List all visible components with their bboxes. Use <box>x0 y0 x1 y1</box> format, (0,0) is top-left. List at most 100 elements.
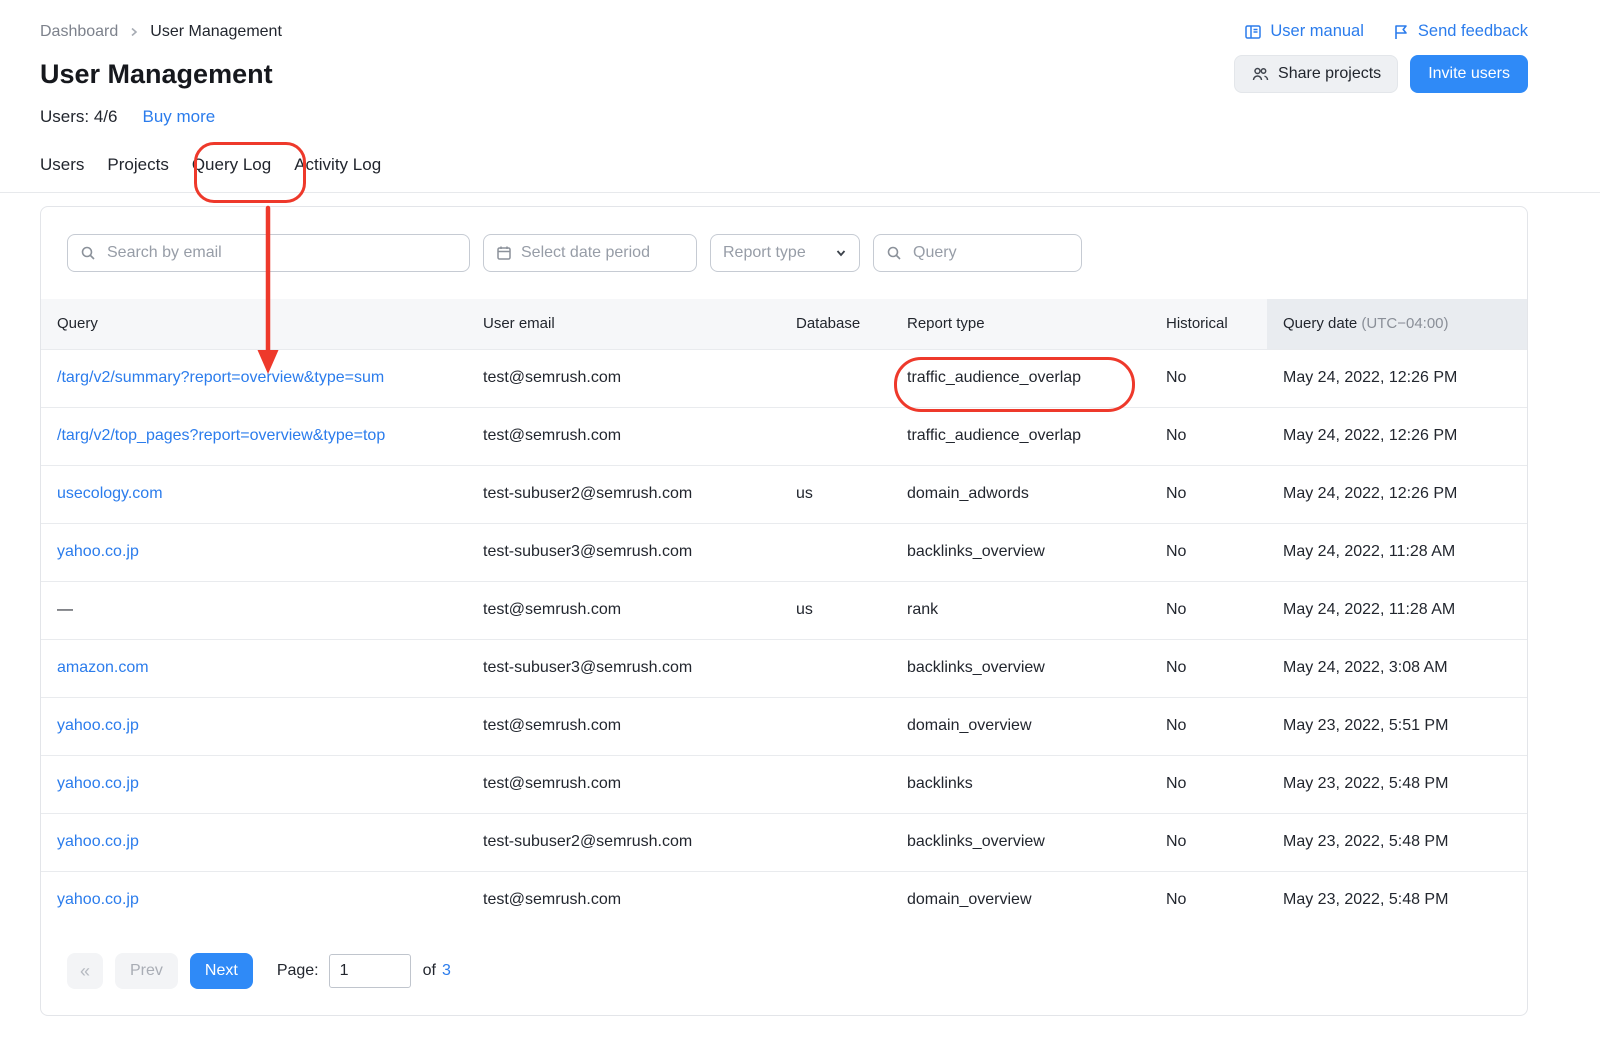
user-manual-link[interactable]: User manual <box>1244 22 1364 41</box>
date-period-select[interactable]: Select date period <box>483 234 697 272</box>
pagination-next-button[interactable]: Next <box>190 953 253 989</box>
page-number-input[interactable] <box>329 954 411 988</box>
cell-database <box>780 871 891 929</box>
report-type-dropdown[interactable]: Report type <box>710 234 860 272</box>
invite-users-button[interactable]: Invite users <box>1410 55 1528 93</box>
tab-label: Users <box>40 155 84 174</box>
tab-users[interactable]: Users <box>40 155 84 192</box>
search-icon <box>886 245 902 261</box>
query-search-field[interactable] <box>911 243 1069 263</box>
search-by-email-field[interactable] <box>105 243 457 263</box>
search-icon <box>80 245 96 261</box>
cell-query: yahoo.co.jp <box>41 523 467 581</box>
cell-historical: No <box>1150 581 1267 639</box>
cell-report-type: traffic_audience_overlap <box>891 349 1150 407</box>
total-pages-link[interactable]: 3 <box>442 962 451 980</box>
cell-report-type: backlinks <box>891 755 1150 813</box>
cell-database: us <box>780 465 891 523</box>
cell-query-date: May 24, 2022, 12:26 PM <box>1267 465 1527 523</box>
table-row: amazon.com test-subuser3@semrush.com bac… <box>41 639 1527 697</box>
table-row: /targ/v2/summary?report=overview&type=su… <box>41 349 1527 407</box>
send-feedback-link[interactable]: Send feedback <box>1392 22 1528 41</box>
pagination-prev-button[interactable]: Prev <box>115 953 178 989</box>
table-row: yahoo.co.jp test@semrush.com backlinks N… <box>41 755 1527 813</box>
pagination-first-button[interactable]: « <box>67 953 103 989</box>
query-log-table: Query User email Database Report type Hi… <box>41 299 1527 929</box>
tab-query-log[interactable]: Query Log <box>192 155 271 192</box>
cell-database <box>780 697 891 755</box>
query-link[interactable]: /targ/v2/top_pages?report=overview&type=… <box>57 427 385 444</box>
cell-query-date: May 23, 2022, 5:48 PM <box>1267 755 1527 813</box>
tab-projects[interactable]: Projects <box>107 155 168 192</box>
cell-user-email: test@semrush.com <box>467 755 780 813</box>
cell-query-date: May 23, 2022, 5:48 PM <box>1267 813 1527 871</box>
top-links: User manual Send feedback <box>1244 22 1528 41</box>
cell-historical: No <box>1150 523 1267 581</box>
header-actions: Share projects Invite users <box>1234 55 1528 93</box>
breadcrumb-current: User Management <box>150 23 282 41</box>
cell-query-date: May 24, 2022, 11:28 AM <box>1267 581 1527 639</box>
cell-query: usecology.com <box>41 465 467 523</box>
buy-more-link[interactable]: Buy more <box>142 107 215 127</box>
query-log-panel: Select date period Report type Query Use… <box>40 206 1528 1016</box>
query-link[interactable]: amazon.com <box>57 659 149 676</box>
cell-query-date: May 23, 2022, 5:51 PM <box>1267 697 1527 755</box>
filters-bar: Select date period Report type <box>41 207 1527 272</box>
col-query-date-timezone: (UTC−04:00) <box>1361 315 1448 332</box>
cell-historical: No <box>1150 465 1267 523</box>
query-link[interactable]: yahoo.co.jp <box>57 543 139 560</box>
report-type-label: Report type <box>723 244 806 262</box>
cell-query: yahoo.co.jp <box>41 813 467 871</box>
query-link[interactable]: yahoo.co.jp <box>57 891 139 908</box>
table-row: yahoo.co.jp test@semrush.com domain_over… <box>41 871 1527 929</box>
cell-query-date: May 24, 2022, 11:28 AM <box>1267 523 1527 581</box>
table-header-row: Query User email Database Report type Hi… <box>41 299 1527 349</box>
cell-query: — <box>41 581 467 639</box>
cell-user-email: test@semrush.com <box>467 407 780 465</box>
cell-historical: No <box>1150 813 1267 871</box>
cell-report-type: domain_overview <box>891 697 1150 755</box>
cell-report-type: backlinks_overview <box>891 813 1150 871</box>
col-user-email[interactable]: User email <box>467 299 780 349</box>
col-query-date-label: Query date <box>1283 315 1357 332</box>
share-projects-label: Share projects <box>1278 65 1381 83</box>
table-row: usecology.com test-subuser2@semrush.com … <box>41 465 1527 523</box>
col-historical[interactable]: Historical <box>1150 299 1267 349</box>
cell-user-email: test-subuser3@semrush.com <box>467 523 780 581</box>
chevron-down-icon <box>835 247 847 259</box>
col-query-date[interactable]: Query date (UTC−04:00) <box>1267 299 1527 349</box>
tab-activity-log[interactable]: Activity Log <box>294 155 381 192</box>
tabs: Users Projects Query Log Activity Log <box>0 155 1600 192</box>
cell-historical: No <box>1150 871 1267 929</box>
cell-report-type: backlinks_overview <box>891 523 1150 581</box>
page-label: Page: <box>277 962 319 980</box>
user-manual-label: User manual <box>1270 22 1364 41</box>
table-row: yahoo.co.jp test-subuser3@semrush.com ba… <box>41 523 1527 581</box>
search-by-email-input[interactable] <box>67 234 470 272</box>
page-of-label: of <box>423 962 436 980</box>
query-link[interactable]: yahoo.co.jp <box>57 775 139 792</box>
users-row: Users: 4/6 Buy more <box>0 107 1600 127</box>
cell-query-date: May 24, 2022, 12:26 PM <box>1267 349 1527 407</box>
col-report-type[interactable]: Report type <box>891 299 1150 349</box>
cell-user-email: test-subuser2@semrush.com <box>467 813 780 871</box>
cell-query-date: May 23, 2022, 5:48 PM <box>1267 871 1527 929</box>
breadcrumb-dashboard[interactable]: Dashboard <box>40 23 118 41</box>
query-link[interactable]: /targ/v2/summary?report=overview&type=su… <box>57 369 384 386</box>
query-search-input[interactable] <box>873 234 1082 272</box>
query-link[interactable]: yahoo.co.jp <box>57 717 139 734</box>
table-row: yahoo.co.jp test@semrush.com domain_over… <box>41 697 1527 755</box>
header-row: User Management Share projects Invite us… <box>0 55 1600 93</box>
col-query[interactable]: Query <box>41 299 467 349</box>
cell-query: yahoo.co.jp <box>41 871 467 929</box>
query-link[interactable]: yahoo.co.jp <box>57 833 139 850</box>
date-period-label: Select date period <box>521 244 650 262</box>
cell-report-type: backlinks_overview <box>891 639 1150 697</box>
cell-query: /targ/v2/top_pages?report=overview&type=… <box>41 407 467 465</box>
tab-label: Query Log <box>192 155 271 174</box>
query-link[interactable]: usecology.com <box>57 485 163 502</box>
users-count: Users: 4/6 <box>40 107 117 127</box>
col-database[interactable]: Database <box>780 299 891 349</box>
share-projects-button[interactable]: Share projects <box>1234 55 1398 93</box>
cell-user-email: test-subuser3@semrush.com <box>467 639 780 697</box>
